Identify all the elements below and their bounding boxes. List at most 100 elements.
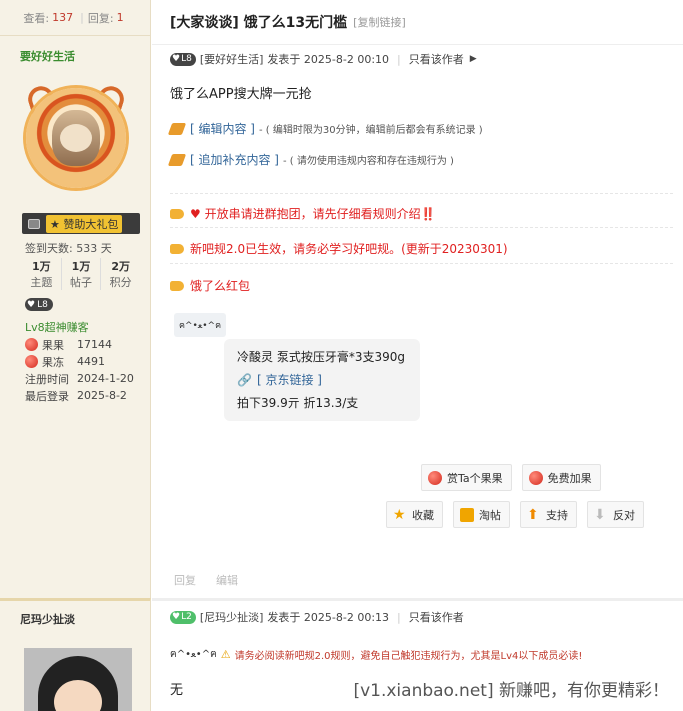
edit-note: - ( 编辑时限为30分钟，编辑前后都会有系统记录 ) <box>259 125 483 136</box>
replies-label: 回复: <box>87 11 114 25</box>
stat-posts[interactable]: 1万 帖子 <box>62 258 102 290</box>
author-stats: 1万 主题 1万 帖子 2万 积分 <box>22 258 140 290</box>
gift-label: 赞助大礼包 <box>46 214 123 233</box>
watermark: [v1.xianbao.net] 新赚吧，有你更精彩！ <box>353 681 669 701</box>
author-panel: 要好好生活 赞助大礼包 签到天数: 533 天 1万 主题 1万 帖子 2万 积… <box>0 36 151 598</box>
notice-text: 新吧规2.0已生效，请务必学习好吧规。(更新于20230301) <box>190 242 508 256</box>
reward-button[interactable]: 赏Ta个果果 <box>421 464 512 491</box>
pencil-icon <box>167 153 187 166</box>
heart-icon: ♥ <box>172 612 181 622</box>
apple-icon <box>428 470 442 485</box>
post-action-buttons: ★ 收藏 淘帖 ⬆ 支持 ⬇ 反对 <box>386 501 644 528</box>
stat-points[interactable]: 2万 积分 <box>101 258 140 290</box>
pencil-icon <box>167 122 187 135</box>
divider: | <box>397 610 401 624</box>
button-label: 收藏 <box>412 508 434 522</box>
author-name[interactable]: 要好好生活 <box>20 48 75 64</box>
divider <box>170 263 673 264</box>
reply-link[interactable]: 回复 <box>174 572 196 588</box>
info-label: 果冻 <box>42 355 64 369</box>
link-icon: 🔗 <box>237 372 252 387</box>
level-badge: ♥ L8 <box>25 298 53 311</box>
favorite-button[interactable]: ★ 收藏 <box>386 501 443 528</box>
level-text: L2 <box>181 612 192 622</box>
info-value: 2024-1-20 <box>77 372 134 385</box>
heart-icon: ♥ <box>172 54 181 64</box>
edit-link[interactable]: 编辑 <box>216 572 238 588</box>
level-badge: ♥ L2 <box>170 610 196 624</box>
post: ♥ L8 [要好好生活] 发表于 2025-8-2 00:10 | 只看该作者 ▶… <box>152 45 683 598</box>
deal-card: 冷酸灵 泵式按压牙膏*3支390g 🔗 [ 京东链接 ] 拍下39.9亓 折13… <box>224 339 420 421</box>
author-panel: 尼玛少扯淡 <box>0 598 151 711</box>
notice-link[interactable]: ♥ 开放串请进群抱团，请先仔细看规则介绍‼️ <box>170 205 436 222</box>
divider: | <box>80 11 84 24</box>
stat-value: 1万 <box>32 260 51 273</box>
thread-stats: 查看: 137 | 回复: 1 <box>0 0 151 36</box>
author-tag[interactable]: [尼玛少扯淡] <box>200 609 264 625</box>
edit-content-link[interactable]: [ 编辑内容 ] <box>190 120 255 137</box>
pointing-hand-icon <box>170 280 184 291</box>
info-value: 17144 <box>77 338 112 351</box>
replies-count: 1 <box>116 11 124 24</box>
stat-threads[interactable]: 1万 主题 <box>22 258 62 290</box>
button-label: 淘帖 <box>479 508 501 522</box>
level-text: L8 <box>37 299 48 310</box>
oppose-button[interactable]: ⬇ 反对 <box>587 501 644 528</box>
notice-link[interactable]: 饿了么红包 <box>170 277 250 294</box>
author-name[interactable]: 尼玛少扯淡 <box>20 611 75 627</box>
stat-label: 积分 <box>109 276 132 289</box>
post-time: 发表于 2025-8-2 00:13 <box>267 611 390 624</box>
free-apple-button[interactable]: 免费加果 <box>521 464 601 491</box>
author-info: 果果 17144 果冻 4491 注册时间 2024-1-20 最后登录 202… <box>25 336 134 404</box>
notice-text: 饿了么红包 <box>190 279 251 293</box>
apple-icon <box>25 355 38 368</box>
thread-title-bar: [大家谈谈] 饿了么13无门槛 [复制链接] <box>152 0 683 45</box>
button-label: 反对 <box>613 508 635 522</box>
pointing-hand-icon <box>170 208 184 219</box>
reward-buttons: 赏Ta个果果 免费加果 <box>421 464 601 491</box>
apple-icon <box>528 470 543 485</box>
add-note: - ( 请勿使用违规内容和存在违规行为 ) <box>283 156 454 167</box>
info-label: 果果 <box>42 338 64 352</box>
add-line: [ 追加补充内容 ] - ( 请勿使用违规内容和存在违规行为 ) <box>167 151 454 168</box>
views-count: 137 <box>52 11 74 24</box>
avatar[interactable] <box>24 648 132 711</box>
post-header: ♥ L2 [尼玛少扯淡] 发表于 2025-8-2 00:13 | 只看该作者 <box>170 609 464 625</box>
arrow-up-icon: ⬆ <box>527 506 539 523</box>
stat-value: 2万 <box>111 260 130 273</box>
triangle-right-icon: ▶ <box>469 54 477 64</box>
stat-value: 1万 <box>71 260 91 273</box>
warning-text: 请务必阅读新吧规2.0规则，避免自己触犯违规行为，尤其是Lv4以下成员必读! <box>234 651 583 662</box>
author-tag[interactable]: [要好好生活] <box>200 51 264 67</box>
post-header: ♥ L8 [要好好生活] 发表于 2025-8-2 00:10 | 只看该作者 ▶ <box>170 51 477 67</box>
box-icon <box>460 507 474 522</box>
views-label: 查看: <box>23 11 50 25</box>
post-footer: 回复 编辑 <box>174 572 238 588</box>
heart-icon: ♥ <box>27 299 36 310</box>
support-button[interactable]: ⬆ 支持 <box>520 501 577 528</box>
pointing-hand-icon <box>170 243 184 254</box>
button-label: 支持 <box>546 508 568 522</box>
share-button[interactable]: 淘帖 <box>453 501 510 528</box>
post-time: 发表于 2025-8-2 00:10 <box>267 53 390 66</box>
rule-warning: ฅ^•ﻌ•^ฅ ⚠ 请务必阅读新吧规2.0规则，避免自己触犯违规行为，尤其是Lv… <box>170 647 582 662</box>
stat-label: 主题 <box>30 276 53 289</box>
only-author-link[interactable]: 只看该作者 <box>409 609 464 625</box>
only-author-link[interactable]: 只看该作者 <box>409 51 464 67</box>
level-badge: ♥ L8 <box>170 52 196 66</box>
level-title[interactable]: Lv8超神赚客 <box>25 319 89 335</box>
star-icon: ★ <box>393 506 406 523</box>
info-value: 4491 <box>77 355 105 368</box>
divider <box>170 227 673 228</box>
gift-badge[interactable]: 赞助大礼包 <box>22 213 140 234</box>
notice-link[interactable]: 新吧规2.0已生效，请务必学习好吧规。(更新于20230301) <box>170 240 508 257</box>
divider: | <box>397 52 401 66</box>
emoticon: ฅ^•ﻌ•^ฅ <box>174 313 227 337</box>
jd-link[interactable]: [ 京东链接 ] <box>257 371 322 388</box>
copy-link[interactable]: [复制链接] <box>353 14 406 30</box>
deal-title: 冷酸灵 泵式按压牙膏*3支390g <box>237 350 405 364</box>
info-label: 注册时间 <box>25 372 69 386</box>
add-content-link[interactable]: [ 追加补充内容 ] <box>190 151 279 168</box>
emoticon: ฅ^•ﻌ•^ฅ <box>170 649 217 660</box>
info-value: 2025-8-2 <box>77 389 127 402</box>
